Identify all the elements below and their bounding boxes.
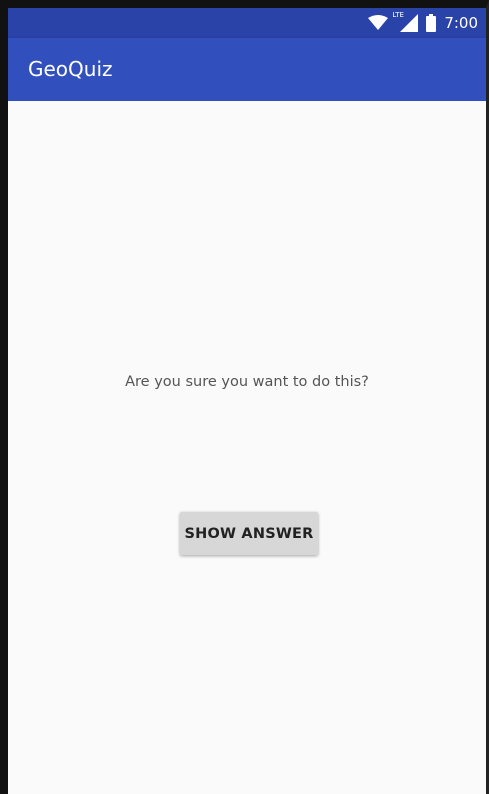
main-content: Are you sure you want to do this? SHOW A… <box>8 101 486 794</box>
show-answer-button[interactable]: SHOW ANSWER <box>180 512 318 555</box>
device-screen: LTE 7:00 GeoQuiz Are you sure you want t… <box>0 0 489 794</box>
status-time: 7:00 <box>444 14 478 32</box>
app-bar: GeoQuiz <box>8 38 486 101</box>
status-icons: LTE 7:00 <box>368 11 478 34</box>
cellular-signal-icon: LTE <box>392 11 420 33</box>
status-bar: LTE 7:00 <box>8 8 486 38</box>
network-type-label: LTE <box>392 11 404 19</box>
battery-icon <box>426 14 437 32</box>
app-title: GeoQuiz <box>28 57 113 81</box>
wifi-icon <box>368 15 389 31</box>
warning-text: Are you sure you want to do this? <box>125 374 369 390</box>
